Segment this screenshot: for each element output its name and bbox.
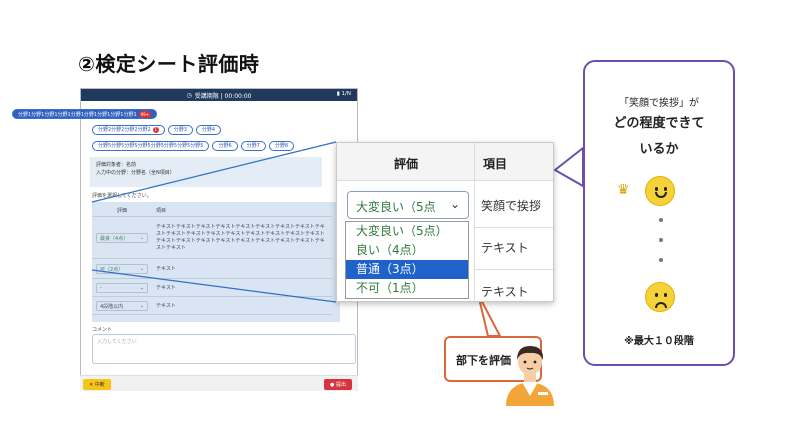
item-cell: テキスト <box>481 241 529 255</box>
sad-face-icon <box>645 282 675 312</box>
manager-person-icon <box>506 346 554 406</box>
dot-icon <box>659 258 663 262</box>
dropdown-option-selected[interactable]: 普通（3点） <box>346 260 468 279</box>
zoomed-eval-panel: 評価 項目 大変良い（5点 ⌄ 笑顔で挨拶 テキスト テキスト 大変良い（5点）… <box>336 142 554 302</box>
dot-icon <box>659 218 663 222</box>
chevron-down-icon: ⌄ <box>449 197 460 211</box>
item-cell: テキスト <box>481 285 529 299</box>
dropdown-option[interactable]: 大変良い（5点） <box>346 222 468 241</box>
dropdown-option[interactable]: 良い（4点） <box>346 241 468 260</box>
happy-face-icon <box>645 176 675 206</box>
dropdown-option[interactable]: 不可（1点） <box>346 279 468 298</box>
dropdown-options: 大変良い（5点） 良い（4点） 普通（3点） 不可（1点） <box>345 221 469 299</box>
zoom-table-header: 評価 項目 <box>337 143 553 181</box>
item-cell: 笑顔で挨拶 <box>481 199 542 213</box>
crown-icon: ♛ <box>617 182 630 198</box>
explanation-bubble: 「笑顔で挨拶」が どの程度できて いるか ♛ ※最大１０段階 <box>583 60 735 366</box>
eval-dropdown[interactable]: 大変良い（5点 ⌄ <box>347 191 469 219</box>
dot-icon <box>659 238 663 242</box>
